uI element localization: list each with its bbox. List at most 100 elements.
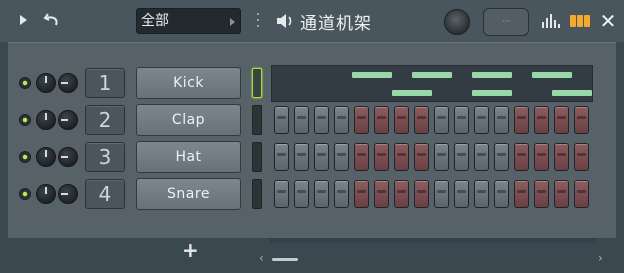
step-button[interactable] bbox=[574, 106, 589, 134]
step-button[interactable] bbox=[334, 106, 349, 134]
channel-rack-bottom-bar: + ‹ › bbox=[0, 238, 624, 273]
channel-rack-panel: 1 Kick 2 Clap 3 Hat 4 Snare bbox=[8, 42, 616, 238]
scroll-right-icon[interactable]: › bbox=[598, 251, 603, 265]
step-button[interactable] bbox=[374, 106, 389, 134]
step-button[interactable] bbox=[354, 143, 369, 171]
channel-pan-knob[interactable] bbox=[58, 110, 78, 130]
mixer-track-number[interactable]: 3 bbox=[85, 142, 125, 172]
note bbox=[472, 72, 512, 78]
step-button[interactable] bbox=[394, 143, 409, 171]
step-button[interactable] bbox=[294, 143, 309, 171]
channel-select-indicator[interactable] bbox=[252, 142, 262, 172]
channel-button-snare[interactable]: Snare bbox=[136, 178, 241, 210]
step-button[interactable] bbox=[414, 106, 429, 134]
channel-volume-knob[interactable] bbox=[36, 184, 56, 204]
step-button[interactable] bbox=[474, 106, 489, 134]
swing-control[interactable]: ··· bbox=[483, 8, 529, 36]
step-button[interactable] bbox=[314, 180, 329, 208]
grip-icon[interactable] bbox=[256, 13, 260, 29]
step-button[interactable] bbox=[314, 106, 329, 134]
mixer-track-number[interactable]: 4 bbox=[85, 179, 125, 209]
step-button[interactable] bbox=[294, 106, 309, 134]
channel-mute-led[interactable] bbox=[19, 114, 31, 126]
step-button[interactable] bbox=[514, 180, 529, 208]
step-button[interactable] bbox=[414, 143, 429, 171]
channel-mute-led[interactable] bbox=[19, 77, 31, 89]
step-button[interactable] bbox=[334, 143, 349, 171]
note bbox=[352, 72, 392, 78]
step-button[interactable] bbox=[574, 143, 589, 171]
channel-row: 4 Snare bbox=[8, 178, 616, 210]
step-button[interactable] bbox=[554, 180, 569, 208]
main-volume-knob[interactable] bbox=[444, 9, 470, 35]
note bbox=[412, 72, 452, 78]
channel-filter-dropdown[interactable]: 全部 bbox=[136, 8, 241, 34]
speaker-icon[interactable] bbox=[275, 11, 295, 31]
step-button[interactable] bbox=[434, 180, 449, 208]
step-button[interactable] bbox=[274, 180, 289, 208]
channel-select-indicator[interactable] bbox=[252, 68, 262, 98]
step-button[interactable] bbox=[294, 180, 309, 208]
channel-row: 3 Hat bbox=[8, 141, 616, 173]
step-button[interactable] bbox=[514, 106, 529, 134]
step-button[interactable] bbox=[274, 143, 289, 171]
channel-button-hat[interactable]: Hat bbox=[136, 141, 241, 173]
step-button[interactable] bbox=[454, 106, 469, 134]
step-button[interactable] bbox=[354, 180, 369, 208]
note bbox=[392, 90, 432, 96]
step-button[interactable] bbox=[394, 106, 409, 134]
play-icon[interactable] bbox=[20, 15, 27, 25]
channel-filter-value: 全部 bbox=[141, 13, 169, 29]
channel-pan-knob[interactable] bbox=[58, 184, 78, 204]
channel-volume-knob[interactable] bbox=[36, 110, 56, 130]
channel-pan-knob[interactable] bbox=[58, 147, 78, 167]
mixer-track-number[interactable]: 2 bbox=[85, 105, 125, 135]
note bbox=[532, 72, 572, 78]
channel-volume-knob[interactable] bbox=[36, 147, 56, 167]
step-button[interactable] bbox=[554, 106, 569, 134]
channel-button-clap[interactable]: Clap bbox=[136, 104, 241, 136]
step-button[interactable] bbox=[354, 106, 369, 134]
step-button[interactable] bbox=[474, 180, 489, 208]
step-button[interactable] bbox=[394, 180, 409, 208]
add-channel-button[interactable]: + bbox=[182, 240, 199, 260]
undo-icon[interactable] bbox=[42, 10, 62, 30]
step-button[interactable] bbox=[494, 106, 509, 134]
channel-pan-knob[interactable] bbox=[58, 73, 78, 93]
close-icon[interactable]: ✕ bbox=[598, 9, 618, 33]
channel-button-kick[interactable]: Kick bbox=[136, 67, 241, 99]
kick-piano-roll-preview[interactable] bbox=[271, 65, 593, 102]
step-button[interactable] bbox=[494, 143, 509, 171]
step-button[interactable] bbox=[334, 180, 349, 208]
step-button[interactable] bbox=[454, 180, 469, 208]
step-button[interactable] bbox=[534, 143, 549, 171]
step-button[interactable] bbox=[474, 143, 489, 171]
step-button[interactable] bbox=[574, 180, 589, 208]
step-button[interactable] bbox=[434, 106, 449, 134]
step-button[interactable] bbox=[534, 180, 549, 208]
channel-select-indicator[interactable] bbox=[252, 105, 262, 135]
step-button[interactable] bbox=[274, 106, 289, 134]
step-button[interactable] bbox=[534, 106, 549, 134]
step-button[interactable] bbox=[514, 143, 529, 171]
channel-volume-knob[interactable] bbox=[36, 73, 56, 93]
channel-rack-titlebar: 全部 通道机架 ··· ✕ bbox=[0, 0, 624, 42]
step-button[interactable] bbox=[454, 143, 469, 171]
step-button[interactable] bbox=[314, 143, 329, 171]
channel-select-indicator[interactable] bbox=[252, 179, 262, 209]
step-button[interactable] bbox=[374, 180, 389, 208]
step-button[interactable] bbox=[374, 143, 389, 171]
piano-roll-icon[interactable] bbox=[570, 15, 590, 27]
mixer-track-number[interactable]: 1 bbox=[85, 68, 125, 98]
horizontal-scrollbar-thumb[interactable] bbox=[272, 258, 298, 261]
scroll-left-icon[interactable]: ‹ bbox=[259, 251, 264, 265]
step-button[interactable] bbox=[554, 143, 569, 171]
dropdown-arrow-icon bbox=[230, 18, 235, 26]
channel-mute-led[interactable] bbox=[19, 151, 31, 163]
step-button[interactable] bbox=[434, 143, 449, 171]
step-button[interactable] bbox=[414, 180, 429, 208]
channel-mute-led[interactable] bbox=[19, 188, 31, 200]
horizontal-scrollbar-track[interactable] bbox=[270, 238, 596, 243]
graph-editor-icon[interactable] bbox=[542, 14, 560, 28]
step-button[interactable] bbox=[494, 180, 509, 208]
